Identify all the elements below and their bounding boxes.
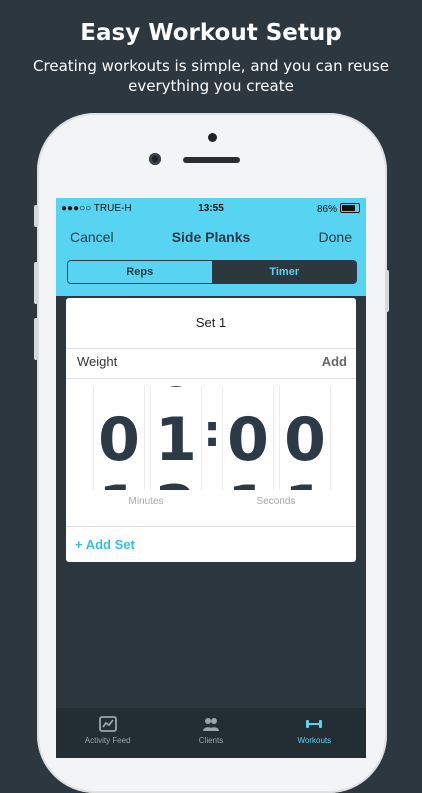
tab-activity-feed-label: Activity Feed xyxy=(84,736,131,745)
volume-up-button xyxy=(34,262,38,304)
seconds-tens-next: 1 xyxy=(223,478,273,490)
minutes-label: Minutes xyxy=(128,496,164,507)
front-camera xyxy=(149,153,161,165)
tab-bar: Activity Feed Clients Workouts xyxy=(56,708,366,758)
camera-dot xyxy=(208,133,217,142)
power-button xyxy=(385,270,389,312)
seconds-ones-next: 1 xyxy=(280,478,330,490)
seconds-ones-digit: 0 xyxy=(284,405,326,475)
minutes-tens-digit: 0 xyxy=(98,405,140,475)
add-set-row: + Add Set xyxy=(66,526,356,563)
tab-clients-label: Clients xyxy=(198,736,224,745)
volume-down-button xyxy=(34,318,38,360)
seconds-tens-digit: 0 xyxy=(227,405,269,475)
promo-subline: Creating workouts is simple, and you can… xyxy=(33,57,389,95)
people-icon xyxy=(202,718,219,731)
activity-chart-icon xyxy=(98,716,117,732)
battery-percent: 86% xyxy=(316,204,337,215)
add-set-button[interactable]: + Add Set xyxy=(75,537,135,552)
minutes-ones-wheel[interactable]: 0 1 2 xyxy=(150,386,202,490)
battery-indicator: 86% xyxy=(317,203,360,215)
set-title: Set 1 xyxy=(66,298,356,349)
battery-icon xyxy=(340,203,360,213)
tab-clients[interactable]: Clients xyxy=(159,708,262,758)
tab-workouts-label: Workouts xyxy=(297,736,332,745)
tab-activity-feed[interactable]: Activity Feed xyxy=(56,708,159,758)
dumbbell-icon xyxy=(306,720,323,728)
status-bar: ●●●○○ TRUE-H 13:55 86% xyxy=(56,198,366,220)
nav-bar: Cancel Side Planks Done Reps Timer xyxy=(56,220,366,296)
minutes-ones-prev: 0 xyxy=(151,386,201,396)
seconds-label: Seconds xyxy=(256,496,296,507)
add-weight-button[interactable]: Add xyxy=(322,354,347,369)
time-separator: : xyxy=(203,406,221,457)
minutes-tens-next: 1 xyxy=(94,478,144,490)
seconds-ones-wheel[interactable]: 0 1 xyxy=(279,386,331,490)
phone-screen: ●●●○○ TRUE-H 13:55 86% Cancel Side Plank… xyxy=(56,198,366,758)
minutes-ones-next: 2 xyxy=(151,478,201,490)
weight-row: Weight Add xyxy=(66,348,356,379)
minutes-tens-wheel[interactable]: 0 1 xyxy=(93,386,145,490)
tab-workouts[interactable]: Workouts xyxy=(263,708,366,758)
promo-headline: Easy Workout Setup xyxy=(80,20,342,46)
minutes-ones-digit: 1 xyxy=(155,405,197,475)
set-card: Set 1 Weight Add 0 1 0 1 2 : 0 1 0 1 Min… xyxy=(66,298,356,562)
done-button[interactable]: Done xyxy=(319,229,352,245)
segment-timer[interactable]: Timer xyxy=(212,261,356,283)
segment-reps[interactable]: Reps xyxy=(68,261,213,283)
seconds-tens-wheel[interactable]: 0 1 xyxy=(222,386,274,490)
mode-segmented-control: Reps Timer xyxy=(67,260,357,284)
mute-switch xyxy=(34,205,38,227)
earpiece-speaker xyxy=(183,157,240,163)
weight-label: Weight xyxy=(77,354,118,369)
